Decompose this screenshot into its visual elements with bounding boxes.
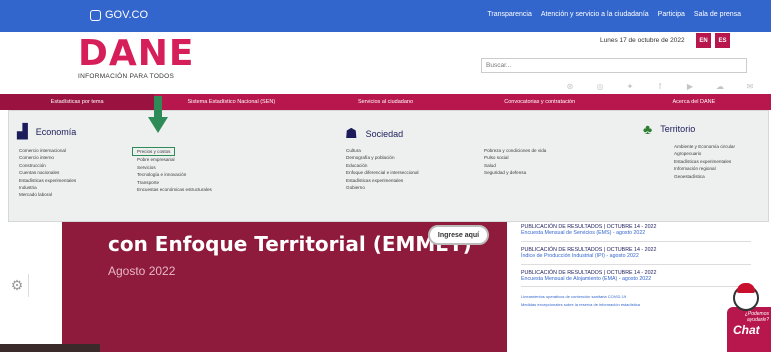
site-header: DANE INFORMACIÓN PARA TODOS Lunes 17 de … xyxy=(0,32,771,94)
category-sociedad-title: Sociedad xyxy=(365,128,404,139)
menu-link[interactable]: Cultura xyxy=(346,147,419,154)
menu-link[interactable]: Ambiente y Economía circular xyxy=(674,143,735,150)
social-links: ⊛ ◎ ✦ f ▶ ☁ ✉ xyxy=(565,82,755,91)
rss-icon[interactable]: ⊛ xyxy=(565,82,575,91)
lang-en-button[interactable]: EN xyxy=(696,33,711,48)
category-economia[interactable]: ▟ Economía xyxy=(17,123,76,140)
chat-label: Chat xyxy=(733,323,760,337)
menu-link[interactable]: Estadísticas experimentales xyxy=(346,177,419,184)
menu-link[interactable]: Gobierno xyxy=(346,184,419,191)
menu-link[interactable]: Geoestadística xyxy=(674,173,735,180)
mega-menu: ▟ Economía Comercio internacional Comerc… xyxy=(8,110,769,222)
sociedad-col2: Pobreza y condiciones de vida Pulso soci… xyxy=(484,147,546,177)
facebook-icon[interactable]: f xyxy=(655,82,665,91)
menu-link[interactable]: Salud xyxy=(484,162,546,169)
people-icon: ☗ xyxy=(345,125,358,141)
gov-link-atencion[interactable]: Atención y servicio a la ciudadanía xyxy=(541,11,649,18)
search-input[interactable] xyxy=(481,58,747,73)
gear-icon[interactable]: ⚙ xyxy=(6,274,29,297)
gov-logo-text: GOV.CO xyxy=(105,9,148,21)
menu-link-precios-costos[interactable]: Precios y costos xyxy=(132,147,176,157)
sociedad-col1: Cultura Demografía y población Educación… xyxy=(346,147,419,191)
menu-link[interactable]: Encuestas económicas estructurales xyxy=(137,186,212,193)
gov-link-participa[interactable]: Participa xyxy=(658,11,685,18)
menu-link[interactable]: Educación xyxy=(346,162,419,169)
nav-servicios-ciudadano[interactable]: Servicios al ciudadano xyxy=(308,94,462,110)
news-list: PUBLICACIÓN DE RESULTADOS | OCTUBRE 14 -… xyxy=(521,224,751,292)
current-date: Lunes 17 de octubre de 2022 xyxy=(600,37,685,44)
nav-estadisticas-tema[interactable]: Estadísticas por tema xyxy=(0,94,155,110)
lang-es-button[interactable]: ES xyxy=(715,33,730,48)
menu-link[interactable]: Pulso social xyxy=(484,154,546,161)
hero-banner: con Enfoque Territorial (EMMET) Agosto 2… xyxy=(62,222,507,352)
menu-link[interactable]: Transporte xyxy=(137,179,212,186)
gov-links: Transparencia Atención y servicio a la c… xyxy=(487,11,741,18)
chat-widget[interactable]: ¿Podemos ayudarle? Chat xyxy=(727,283,771,352)
nav-convocatorias[interactable]: Convocatorias y contratación xyxy=(463,94,617,110)
category-economia-title: Economía xyxy=(35,126,77,137)
bar-chart-icon: ▟ xyxy=(17,123,28,139)
news-item[interactable]: PUBLICACIÓN DE RESULTADOS | OCTUBRE 14 -… xyxy=(521,224,751,242)
page: GOV.CO Transparencia Atención y servicio… xyxy=(0,0,771,352)
menu-link[interactable]: Industria xyxy=(19,184,76,191)
menu-link[interactable]: Cuentas nacionales xyxy=(19,169,76,176)
dane-logo-tagline: INFORMACIÓN PARA TODOS xyxy=(78,73,175,80)
chatbot-avatar-icon xyxy=(733,283,759,311)
category-sociedad[interactable]: ☗ Sociedad xyxy=(345,125,403,142)
news-item[interactable]: PUBLICACIÓN DE RESULTADOS | OCTUBRE 14 -… xyxy=(521,247,751,265)
news-links: Lineamientos operativos de contención sa… xyxy=(521,293,640,309)
dane-logo[interactable]: DANE INFORMACIÓN PARA TODOS xyxy=(78,33,195,81)
menu-link[interactable]: Estadísticas experimentales xyxy=(674,158,735,165)
economia-col2: Precios y costos Pobre empresarial Servi… xyxy=(132,147,212,193)
menu-link[interactable]: Estadísticas experimentales xyxy=(19,177,76,184)
territory-icon: ♣ xyxy=(643,121,653,137)
chatbot-cap-icon xyxy=(737,283,755,293)
category-territorio-title: Territorio xyxy=(660,124,696,134)
menu-link[interactable]: Mercado laboral xyxy=(19,191,76,198)
twitter-icon[interactable]: ✦ xyxy=(625,82,635,91)
menu-link[interactable]: Demografía y población xyxy=(346,154,419,161)
menu-link[interactable]: Tecnología e innovación xyxy=(137,171,212,178)
territorio-col1: Ambiente y Economía circular Agropecuari… xyxy=(674,143,735,180)
nav-acerca-dane[interactable]: Acerca del DANE xyxy=(617,94,771,110)
menu-link[interactable]: Construcción xyxy=(19,162,76,169)
news-item[interactable]: PUBLICACIÓN DE RESULTADOS | OCTUBRE 14 -… xyxy=(521,270,751,288)
menu-link[interactable]: Información regional xyxy=(674,165,735,172)
chat-question: ¿Podemos ayudarle? xyxy=(744,311,769,323)
gov-link-sala-prensa[interactable]: Sala de prensa xyxy=(694,11,741,18)
category-territorio[interactable]: ♣ Territorio xyxy=(643,121,695,137)
gov-crest-icon xyxy=(90,9,101,21)
menu-link[interactable]: Agropecuario xyxy=(674,150,735,157)
menu-link[interactable]: Servicios xyxy=(137,164,212,171)
annotation-arrow-shaft xyxy=(154,96,162,118)
news-item-sub: Índice de Producción Industrial (IPI) - … xyxy=(521,253,639,260)
nav-sen[interactable]: Sistema Estadístico Nacional (SEN) xyxy=(154,94,308,110)
hero-subtitle: Agosto 2022 xyxy=(108,264,176,278)
ingrese-aqui-button[interactable]: Ingrese aquí xyxy=(428,225,489,245)
annotation-arrow-icon xyxy=(148,117,168,133)
gov-logo[interactable]: GOV.CO xyxy=(90,9,148,21)
hero-title: con Enfoque Territorial (EMMET) xyxy=(108,232,472,256)
economia-col1: Comercio internacional Comercio interno … xyxy=(19,147,76,199)
menu-link[interactable]: Comercio interno xyxy=(19,154,76,161)
menu-link[interactable]: Comercio internacional xyxy=(19,147,76,154)
menu-link[interactable]: Seguridad y defensa xyxy=(484,169,546,176)
gov-link-transparencia[interactable]: Transparencia xyxy=(487,11,532,18)
mail-icon[interactable]: ✉ xyxy=(745,82,755,91)
soundcloud-icon[interactable]: ☁ xyxy=(715,82,725,91)
bottom-strip xyxy=(0,344,100,352)
menu-link[interactable]: Pobre empresarial xyxy=(137,156,212,163)
news-link-covid[interactable]: Lineamientos operativos de contención sa… xyxy=(521,293,640,301)
dane-logo-word: DANE xyxy=(78,33,195,74)
news-item-sub: Encuesta Mensual de Servicios (EMS) - ag… xyxy=(521,230,646,237)
menu-link[interactable]: Pobreza y condiciones de vida xyxy=(484,147,546,154)
youtube-icon[interactable]: ▶ xyxy=(685,82,695,91)
instagram-icon[interactable]: ◎ xyxy=(595,82,605,91)
gov-bar: GOV.CO Transparencia Atención y servicio… xyxy=(0,0,771,32)
menu-link[interactable]: Enfoque diferencial e interseccional xyxy=(346,169,419,176)
main-nav: Estadísticas por tema Sistema Estadístic… xyxy=(0,94,771,110)
news-item-sub: Encuesta Mensual de Alojamiento (EMA) - … xyxy=(521,276,652,283)
news-link-reserva[interactable]: Medidas excepcionales sobre la reserva d… xyxy=(521,301,640,309)
